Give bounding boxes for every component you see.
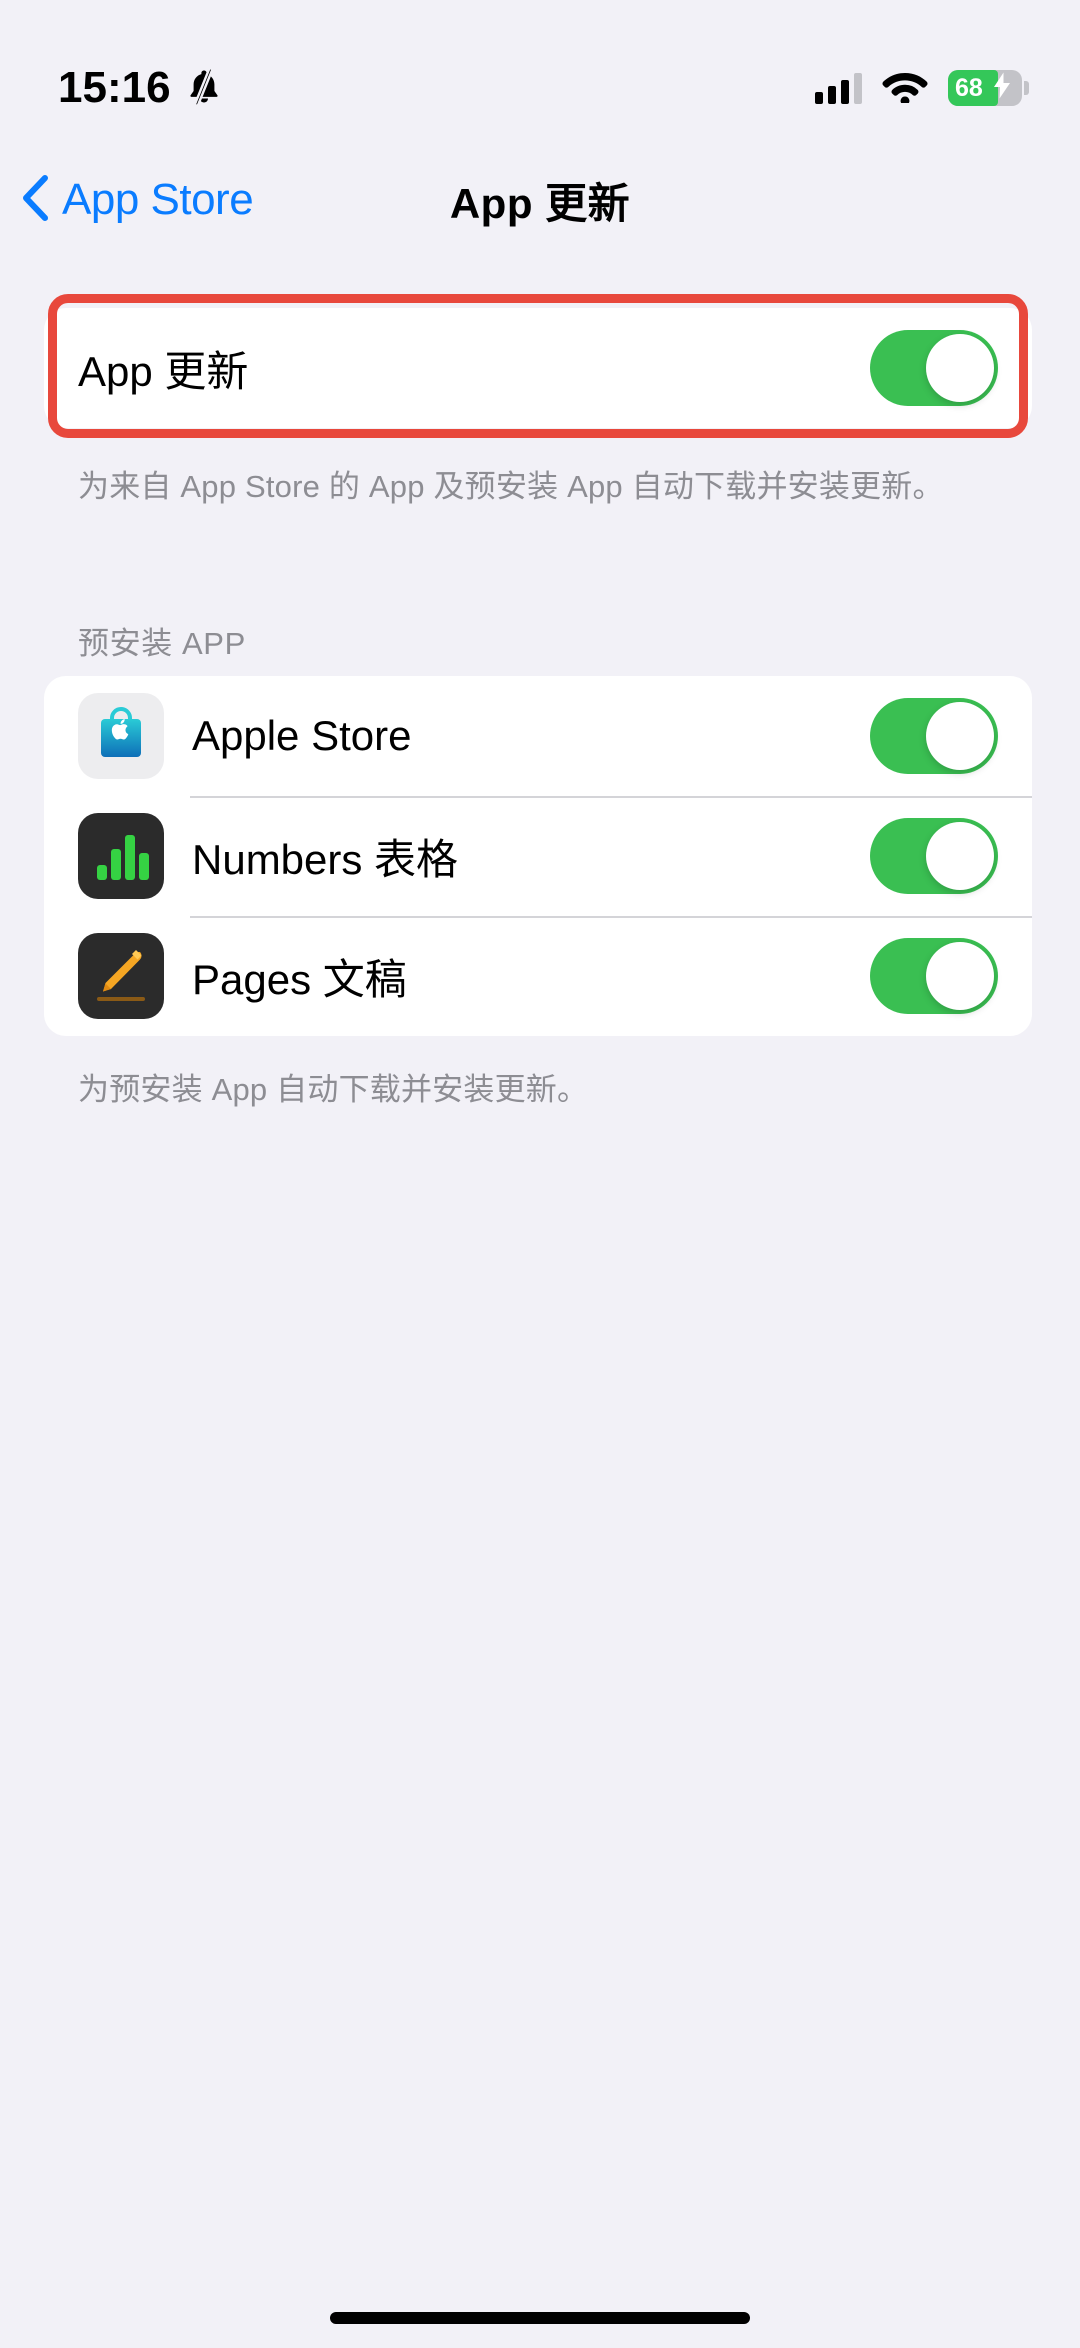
battery-charging-bolt-icon <box>993 72 1011 104</box>
apple-store-app-icon <box>78 693 164 779</box>
toggle-knob <box>926 822 994 890</box>
list-item-label: Apple Store <box>192 712 412 759</box>
app-update-toggle[interactable] <box>870 330 998 406</box>
status-bar-left: 15:16 <box>58 66 223 111</box>
apple-store-toggle[interactable] <box>870 698 998 774</box>
cellular-bars-icon <box>815 72 862 104</box>
toggle-knob <box>926 942 994 1010</box>
page-title: App 更新 <box>449 179 631 227</box>
battery-cap <box>1024 81 1029 95</box>
home-indicator[interactable] <box>330 2312 750 2324</box>
battery-percent-label: 68 <box>955 73 983 102</box>
app-update-card: App 更新 <box>44 308 1032 428</box>
iphone-screen: 15:16 68 App Store App 更新 App 更新 为来自 App… <box>0 0 1080 2348</box>
preinstalled-footer-text: 为预安装 App 自动下载并安装更新。 <box>78 1072 589 1107</box>
status-bar: 15:16 68 <box>0 0 1080 132</box>
wifi-icon <box>882 69 928 108</box>
battery-indicator: 68 <box>948 70 1029 106</box>
list-item-label: Pages 文稿 <box>192 955 407 1003</box>
numbers-toggle[interactable] <box>870 818 998 894</box>
preinstalled-section-header: 预安装 APP <box>78 626 246 661</box>
numbers-app-icon <box>78 813 164 899</box>
preinstalled-apps-card: Apple Store Numbers 表格 Pages 文稿 <box>44 676 1032 1036</box>
pages-toggle[interactable] <box>870 938 998 1014</box>
status-bar-right: 68 <box>815 69 1029 108</box>
navigation-bar: App Store App 更新 <box>0 155 1080 245</box>
list-item-label: Numbers 表格 <box>192 835 459 883</box>
pages-app-icon <box>78 933 164 1019</box>
app-update-footer-text: 为来自 App Store 的 App 及预安装 App 自动下载并安装更新。 <box>78 469 944 504</box>
status-bar-clock: 15:16 <box>58 63 171 112</box>
list-item-apple-store[interactable]: Apple Store <box>44 676 1032 796</box>
app-update-row[interactable]: App 更新 <box>44 308 1032 428</box>
list-item-numbers[interactable]: Numbers 表格 <box>44 796 1032 916</box>
list-item-pages[interactable]: Pages 文稿 <box>44 916 1032 1036</box>
toggle-knob <box>926 702 994 770</box>
bell-slash-icon <box>185 66 223 111</box>
app-update-label: App 更新 <box>78 347 249 395</box>
toggle-knob <box>926 334 994 402</box>
